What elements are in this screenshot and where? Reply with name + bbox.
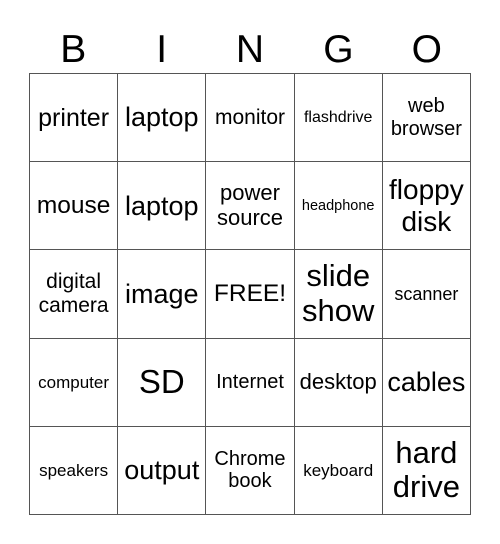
bingo-cell[interactable]: mouse (30, 162, 119, 251)
bingo-header: B I N G O (29, 28, 471, 72)
bingo-cell[interactable]: flashdrive (294, 74, 383, 163)
bingo-cell[interactable]: SD (118, 338, 207, 427)
bingo-cell[interactable]: scanner (382, 250, 471, 339)
bingo-cell[interactable]: hard drive (382, 426, 471, 515)
bingo-grid: printer laptop monitor flashdrive web br… (29, 73, 471, 515)
header-letter-n: N (235, 28, 265, 71)
bingo-cell[interactable]: web browser (382, 74, 471, 163)
header-letter-o: O (411, 28, 442, 71)
bingo-cell[interactable]: computer (30, 338, 119, 427)
bingo-cell[interactable]: keyboard (294, 426, 383, 515)
bingo-cell[interactable]: digital camera (30, 250, 119, 339)
header-letter-g: G (323, 28, 354, 71)
bingo-cell[interactable]: floppy disk (382, 162, 471, 251)
bingo-cell[interactable]: output (118, 426, 207, 515)
bingo-cell[interactable]: slide show (294, 250, 383, 339)
bingo-cell[interactable]: Internet (206, 338, 295, 427)
header-letter-b: B (60, 28, 87, 71)
bingo-cell[interactable]: monitor (206, 74, 295, 163)
bingo-cell[interactable]: Chrome book (206, 426, 295, 515)
bingo-cell[interactable]: power source (206, 162, 295, 251)
bingo-cell[interactable]: image (118, 250, 207, 339)
bingo-cell[interactable]: FREE! (206, 250, 295, 339)
bingo-cell[interactable]: laptop (118, 162, 207, 251)
bingo-cell[interactable]: desktop (294, 338, 383, 427)
bingo-cell[interactable]: printer (30, 74, 119, 163)
bingo-cell[interactable]: speakers (30, 426, 119, 515)
bingo-cell[interactable]: laptop (118, 74, 207, 163)
bingo-cell[interactable]: headphone (294, 162, 383, 251)
header-letter-i: I (156, 28, 168, 71)
bingo-cell[interactable]: cables (382, 338, 471, 427)
